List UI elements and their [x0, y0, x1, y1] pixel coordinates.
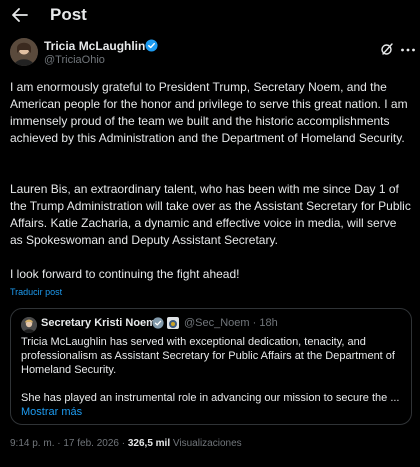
author-handle[interactable]: @TriciaOhio — [44, 54, 105, 66]
show-more-link[interactable]: Mostrar más — [21, 406, 82, 418]
avatar[interactable] — [10, 38, 38, 66]
post-metadata: 9:14 p. m. · 17 feb. 2026 · 326,5 mil Vi… — [10, 438, 242, 449]
page-title: Post — [50, 5, 87, 24]
government-badge-icon — [167, 317, 179, 329]
post-paragraph: I am enormously grateful to President Tr… — [10, 80, 408, 145]
more-options-icon[interactable] — [400, 47, 416, 53]
quoted-avatar — [21, 317, 37, 333]
views-label: Visualizaciones — [170, 438, 242, 449]
quoted-post-card[interactable]: Secretary Kristi Noem @Sec_Noem · 18h Tr… — [10, 308, 412, 425]
header-bar: Post — [0, 0, 420, 30]
quoted-author-name: Secretary Kristi Noem — [41, 317, 156, 329]
translate-post-link[interactable]: Traducir post — [10, 287, 62, 297]
quoted-paragraph: She has played an instrumental role in a… — [21, 392, 400, 404]
views-count: 326,5 mil — [127, 438, 171, 449]
quoted-paragraph: Tricia McLaughlin has served with except… — [21, 336, 395, 376]
post-paragraph: I look forward to continuing the fight a… — [10, 267, 240, 281]
author-name[interactable]: Tricia McLaughlin — [44, 39, 145, 53]
quoted-handle-time: @Sec_Noem · 18h — [184, 317, 278, 329]
verified-badge-icon — [145, 39, 158, 52]
post-author-row: Tricia McLaughlin @TriciaOhio — [10, 38, 415, 68]
back-button[interactable] — [10, 5, 30, 25]
verified-badge-icon — [152, 317, 164, 329]
grok-icon[interactable] — [380, 42, 394, 56]
post-paragraph: Lauren Bis, an extraordinary talent, who… — [10, 182, 411, 247]
post-timestamp[interactable]: 9:14 p. m. · 17 feb. 2026 · — [10, 438, 128, 449]
back-arrow-icon — [12, 8, 28, 22]
